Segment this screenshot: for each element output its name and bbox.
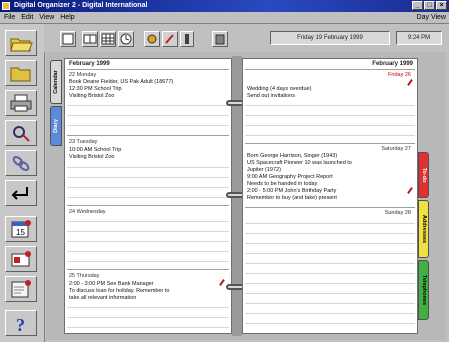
svg-text:?: ?: [16, 315, 25, 333]
window-title: Digital Organizer 2 - Digital Internatio…: [14, 2, 148, 9]
menu-bar: File Edit View Help Day View: [0, 12, 449, 24]
diary-entry[interactable]: Visiting Bristol Zoo: [69, 93, 114, 100]
week-view-button[interactable]: [82, 31, 98, 47]
diary-entry[interactable]: Born George Harrison, Singer (1943): [247, 153, 337, 160]
note-button[interactable]: [5, 276, 37, 302]
app-icon: [2, 2, 10, 10]
day-heading-today: Friday 26: [388, 72, 411, 78]
tab-addresses-label: Addresses: [420, 214, 427, 244]
diary-entry[interactable]: Remember to buy (and take) present: [247, 195, 337, 202]
trash-icon: [215, 34, 225, 45]
folder-button[interactable]: [5, 60, 37, 86]
tab-calendar[interactable]: Calendar: [50, 60, 62, 104]
current-date-display: Friday 19 February 1999: [270, 31, 390, 45]
diary-entry[interactable]: 2:00 - 5:00 PM John's Birthday Party: [247, 188, 336, 195]
open-button[interactable]: [5, 30, 37, 56]
calendar-page-icon: 15: [11, 220, 31, 238]
print-button[interactable]: [5, 90, 37, 116]
day-heading: 23 Tuesday: [69, 139, 98, 145]
window-controls: _ □ ×: [412, 1, 447, 10]
pencil-button[interactable]: [180, 31, 194, 47]
diary-entry[interactable]: 9:00 AM Geography Project Report: [247, 174, 333, 181]
month-view-icon: [101, 33, 115, 45]
tab-calendar-label: Calendar: [53, 70, 59, 94]
tab-telephones[interactable]: Telephones: [418, 260, 429, 320]
tab-telephones-label: Telephones: [420, 274, 427, 306]
pencil-icon: [185, 34, 189, 44]
calendar-page-button[interactable]: 15: [5, 216, 37, 242]
edit-pencil-icon[interactable]: [407, 187, 413, 194]
open-folder-icon: [10, 38, 33, 52]
card-button[interactable]: [5, 246, 37, 272]
printer-icon: [10, 94, 32, 112]
folder-icon: [10, 67, 31, 82]
chain-icon: [12, 156, 30, 171]
view-indicator: Day View: [416, 14, 446, 21]
tools-button[interactable]: [144, 31, 160, 47]
tab-todo[interactable]: To-do: [418, 152, 429, 198]
current-time-display: 9:24 PM: [396, 31, 442, 45]
right-page-header: February 1999: [372, 61, 413, 67]
chain-button[interactable]: [5, 150, 37, 176]
diary-entry[interactable]: 12:30 PM School Trip: [69, 86, 122, 93]
diary-entry[interactable]: Wedding (4 days overdue): [247, 86, 311, 93]
help-icon: ?: [16, 315, 25, 333]
right-page: February 1999 Friday 26 Wedding (4 days …: [242, 58, 418, 334]
month-view-button[interactable]: [100, 31, 116, 47]
help-button[interactable]: ?: [5, 310, 37, 336]
day-heading: Sunday 28: [384, 210, 411, 216]
top-toolbar: Friday 19 February 1999 9:24 PM: [44, 24, 449, 52]
edit-pencil-icon[interactable]: [407, 79, 413, 86]
card-icon: [11, 251, 31, 267]
svg-text:15: 15: [16, 228, 25, 237]
menu-view[interactable]: View: [39, 14, 54, 21]
clock-button[interactable]: [118, 31, 134, 47]
left-page-header: February 1999: [69, 61, 110, 67]
day-heading: 24 Wednesday: [69, 209, 106, 215]
diary-entry[interactable]: Send out invitations: [247, 93, 295, 100]
tab-diary[interactable]: Diary: [50, 106, 62, 146]
diary-entry[interactable]: Needs to be handed in today: [247, 181, 317, 188]
menu-edit[interactable]: Edit: [21, 14, 33, 21]
diary-entry[interactable]: Jupiter (1972): [247, 167, 281, 174]
diary-entry[interactable]: To discuss loan for holiday. Remember to: [69, 288, 169, 295]
diary-entry[interactable]: US Spacecraft Pioneer 10 was launched to: [247, 160, 352, 167]
maximize-button[interactable]: □: [424, 1, 435, 10]
pen-button[interactable]: [162, 31, 178, 47]
diary-entry[interactable]: 10:00 AM School Trip: [69, 147, 121, 154]
link-icon: [13, 126, 30, 142]
menu-help[interactable]: Help: [60, 14, 74, 21]
edit-pencil-icon[interactable]: [219, 279, 225, 286]
tools-icon: [147, 34, 157, 44]
menu-file[interactable]: File: [4, 14, 15, 21]
title-bar: Digital Organizer 2 - Digital Internatio…: [0, 0, 449, 12]
week-view-icon: [83, 34, 97, 44]
return-arrow-icon: [11, 187, 28, 200]
diary-book: Calendar Diary February 1999 22 Monday B…: [46, 52, 446, 340]
tab-diary-label: Diary: [53, 119, 59, 133]
diary-entry[interactable]: take all relevant information: [69, 295, 136, 302]
tab-todo-label: To-do: [420, 167, 427, 183]
left-toolbar: 15 ?: [0, 24, 45, 342]
notebook-button[interactable]: [60, 31, 76, 47]
minimize-button[interactable]: _: [412, 1, 423, 10]
clock-icon: [120, 33, 132, 45]
link-button[interactable]: [5, 120, 37, 146]
pen-icon: [165, 34, 174, 44]
trash-button[interactable]: [212, 31, 228, 47]
diary-entry[interactable]: Visiting Bristol Zoo: [69, 154, 114, 161]
diary-entry[interactable]: 2:00 - 3:00 PM See Bank Manager: [69, 281, 154, 288]
day-heading: 22 Monday: [69, 72, 97, 78]
day-heading: 25 Thursday: [69, 273, 100, 279]
close-button[interactable]: ×: [436, 1, 447, 10]
note-icon: [11, 280, 31, 298]
day-heading: Saturday 27: [381, 146, 411, 152]
return-button[interactable]: [5, 180, 37, 206]
tab-addresses[interactable]: Addresses: [418, 200, 429, 258]
left-page: February 1999 22 Monday Book Deane Field…: [64, 58, 232, 334]
diary-entry[interactable]: Book Deane Fielder, US Pak Adult (18677): [69, 79, 173, 86]
notebook-icon: [62, 33, 74, 45]
